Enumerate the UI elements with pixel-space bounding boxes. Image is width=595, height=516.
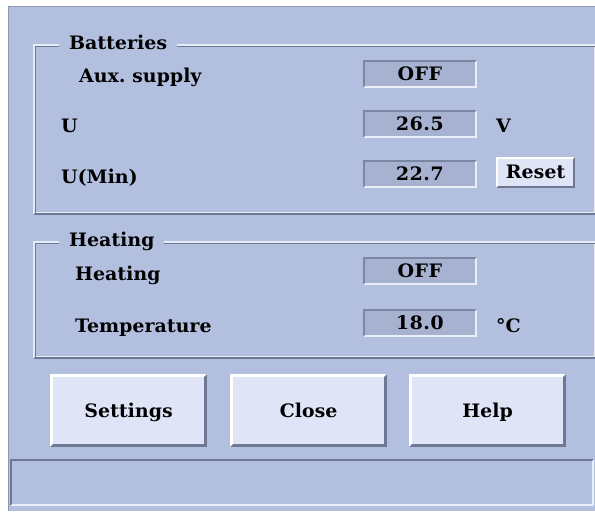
aux-supply-label: Aux. supply bbox=[79, 65, 202, 87]
aux-supply-field: OFF bbox=[363, 60, 477, 88]
heating-label: Heating bbox=[75, 263, 161, 285]
batteries-group-title: Batteries bbox=[59, 33, 178, 53]
heating-status-field: OFF bbox=[363, 257, 477, 285]
voltage-min-field: 22.7 bbox=[363, 160, 477, 188]
close-button[interactable]: Close bbox=[230, 374, 387, 447]
settings-button[interactable]: Settings bbox=[50, 374, 207, 447]
reset-button[interactable]: Reset bbox=[496, 157, 575, 188]
temperature-label: Temperature bbox=[75, 315, 212, 337]
voltage-min-label: U(Min) bbox=[61, 166, 138, 188]
voltage-field: 26.5 bbox=[363, 110, 477, 138]
temperature-field: 18.0 bbox=[363, 309, 477, 337]
voltage-label: U bbox=[61, 115, 78, 137]
status-bar bbox=[10, 459, 594, 506]
help-button[interactable]: Help bbox=[409, 374, 566, 447]
heating-group-title: Heating bbox=[59, 230, 165, 250]
heating-group bbox=[33, 241, 595, 359]
voltage-unit: V bbox=[496, 115, 511, 137]
temperature-unit: °C bbox=[496, 315, 521, 337]
